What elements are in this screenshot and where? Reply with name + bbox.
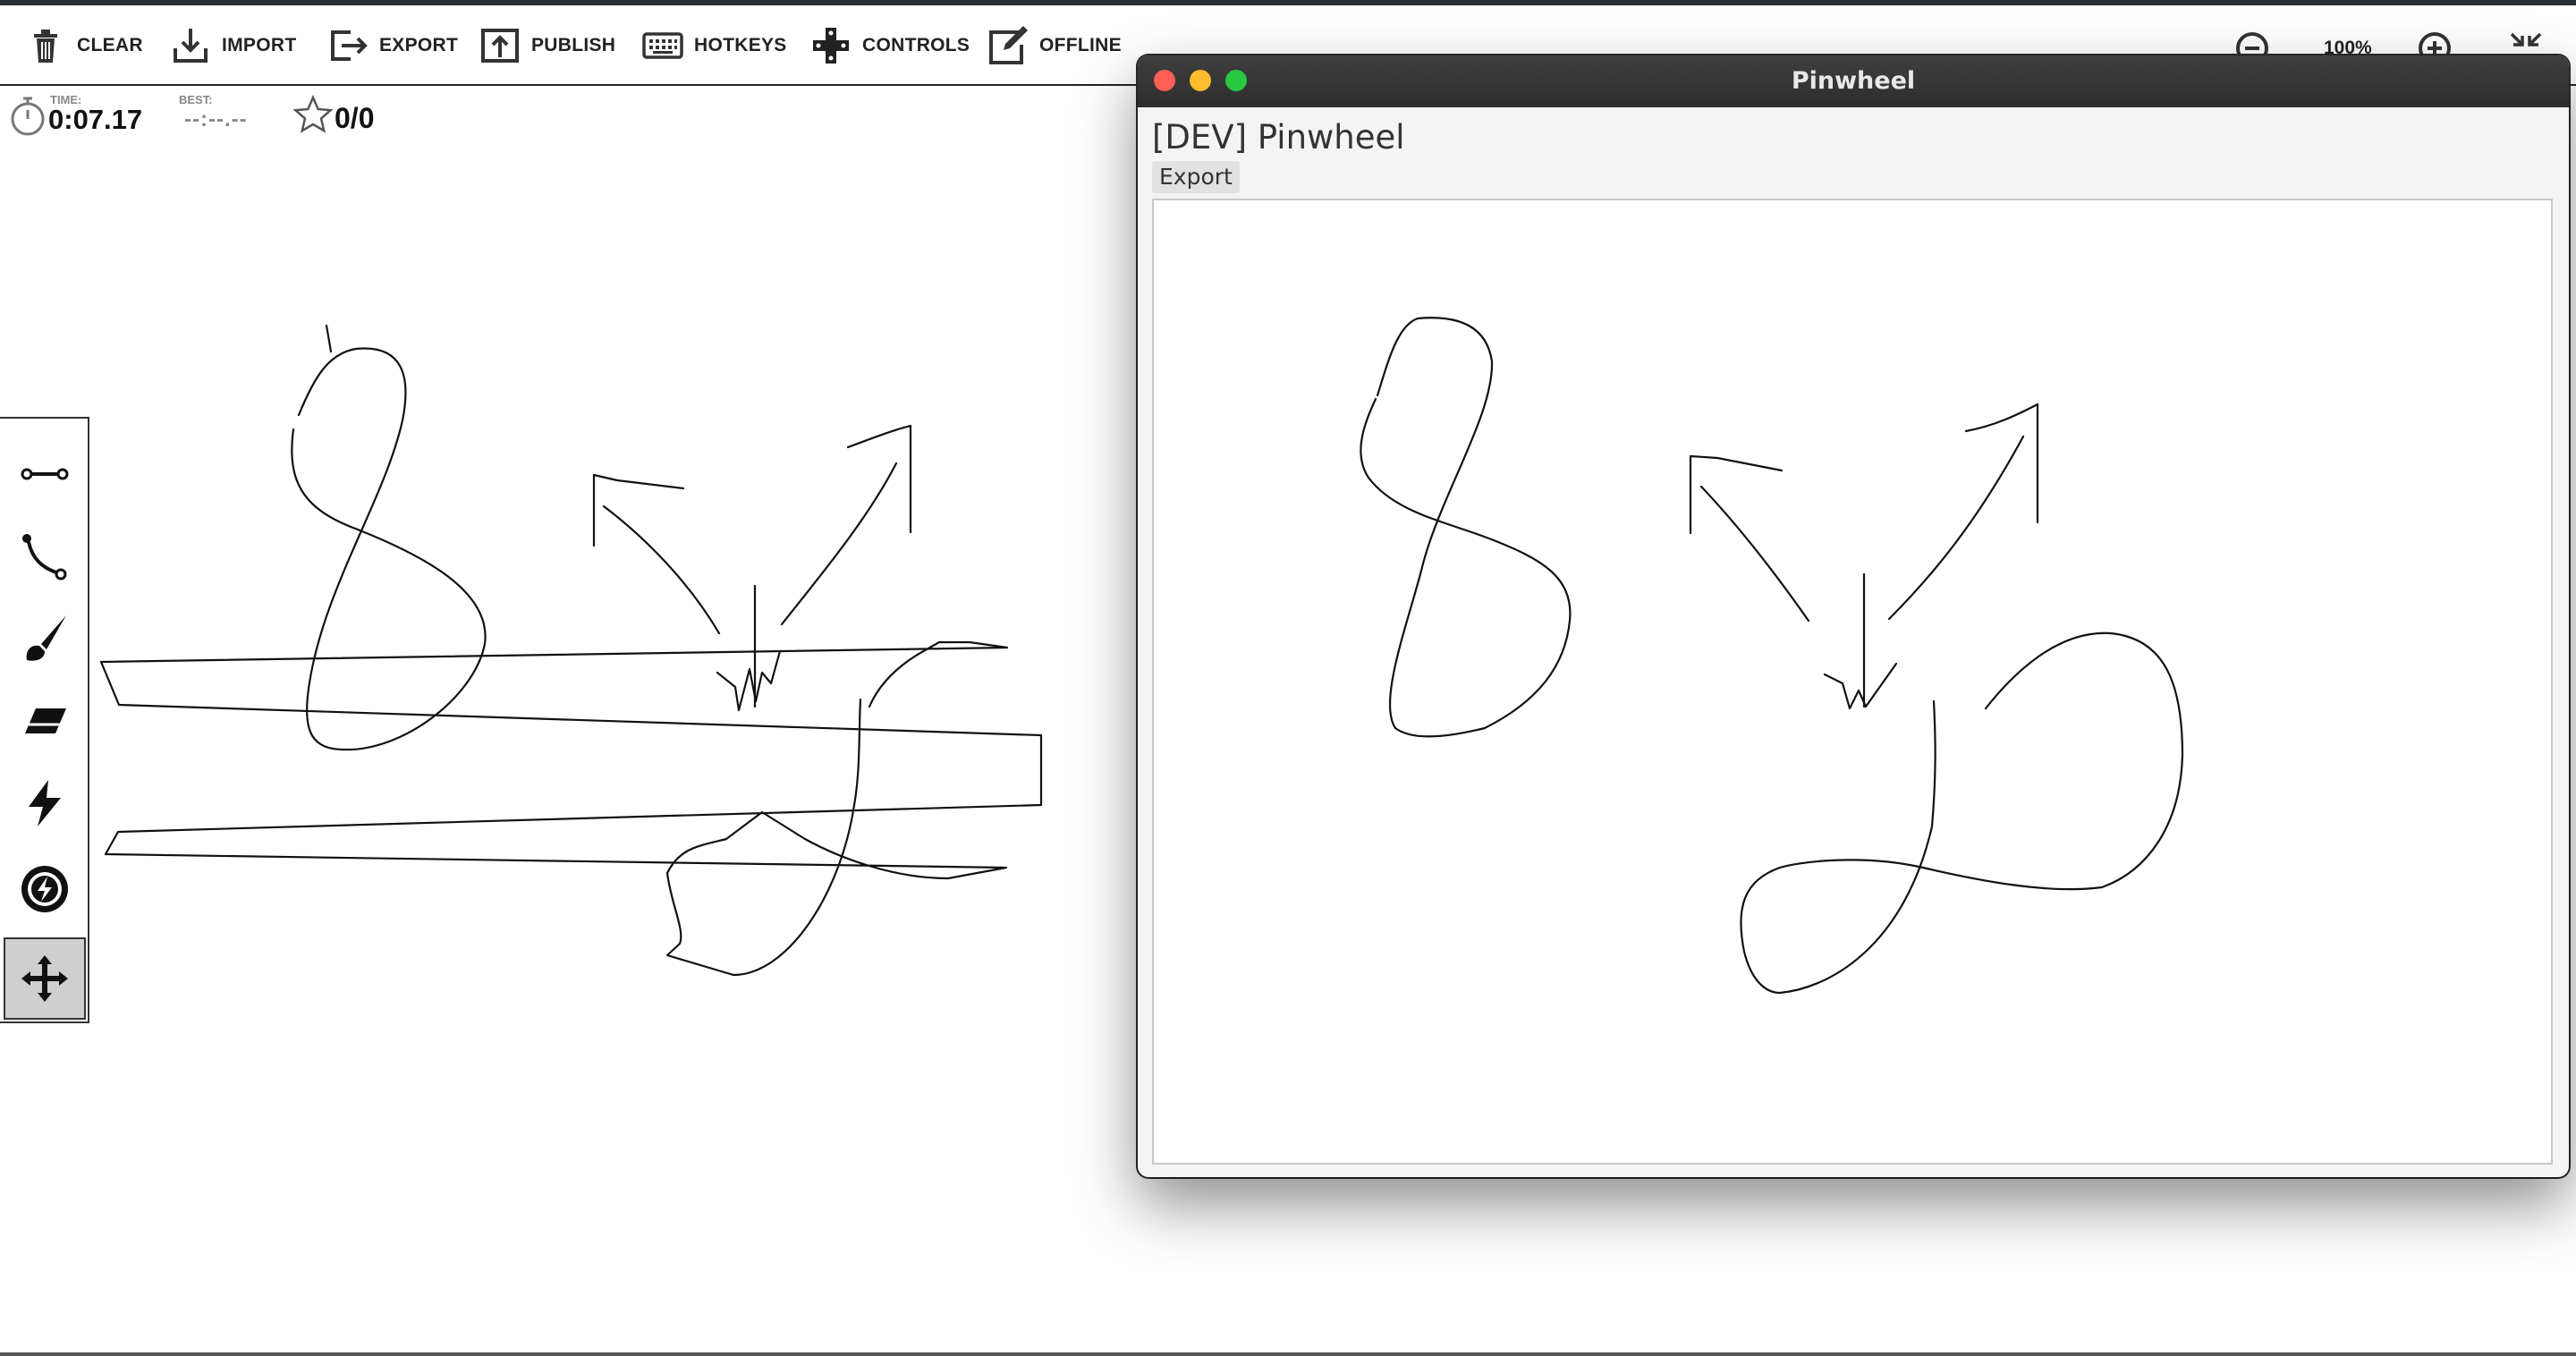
curve-icon — [22, 534, 67, 581]
canvas-line — [99, 660, 1043, 977]
window-export-button[interactable]: Export — [1152, 161, 1240, 193]
brush-icon — [26, 615, 66, 661]
tool-panel — [0, 417, 89, 1023]
brush-tool[interactable] — [4, 597, 86, 680]
controls-button[interactable]: CONTROLS — [810, 23, 970, 68]
download-icon — [174, 29, 208, 63]
bottom-border — [0, 1352, 2576, 1356]
eraser-tool[interactable] — [4, 680, 86, 762]
publish-button[interactable]: PUBLISH — [479, 23, 615, 68]
edit-icon — [989, 26, 1028, 64]
preview-line — [1689, 454, 1784, 535]
app-heading: [DEV] Pinwheel — [1152, 118, 1405, 157]
window-title: Pinwheel — [1791, 67, 1916, 95]
lightning-icon — [29, 780, 61, 826]
power-tool[interactable] — [4, 848, 86, 930]
preview-window: Pinwheel [DEV] Pinwheel Export — [1138, 55, 2569, 1177]
upload-icon — [481, 29, 519, 63]
canvas-line — [99, 640, 1009, 708]
lightning-tool[interactable] — [4, 762, 86, 844]
hotkeys-button[interactable]: HOTKEYS — [642, 23, 787, 68]
canvas-line — [325, 324, 333, 353]
line-icon — [21, 468, 69, 480]
preview-line — [1740, 631, 2184, 995]
preview-line — [1823, 662, 1898, 710]
canvas-line — [716, 649, 782, 712]
keyboard-icon — [642, 32, 683, 59]
move-icon — [21, 955, 68, 1002]
export-button[interactable]: EXPORT — [327, 23, 458, 68]
preview-drawing — [1360, 317, 2184, 995]
curve-tool[interactable] — [4, 515, 86, 597]
trash-icon — [34, 30, 57, 63]
preview-line — [1699, 485, 1810, 623]
eraser-icon — [25, 708, 66, 733]
canvas-line — [291, 347, 487, 751]
canvas-line — [846, 424, 912, 534]
clear-button[interactable]: CLEAR — [25, 23, 143, 68]
power-circle-icon — [21, 866, 68, 912]
preview-line — [1887, 435, 2025, 621]
import-button[interactable]: IMPORT — [170, 23, 296, 68]
preview-canvas — [1152, 199, 2553, 1165]
canvas-line — [602, 504, 721, 635]
track-canvas[interactable] — [0, 86, 1136, 1338]
gamepad-icon — [813, 28, 849, 64]
move-tool[interactable] — [4, 937, 86, 1020]
canvas-line — [780, 462, 898, 626]
line-tool[interactable] — [4, 433, 86, 515]
export-icon — [331, 30, 368, 61]
preview-line — [1964, 403, 2039, 524]
window-titlebar[interactable]: Pinwheel — [1138, 55, 2569, 107]
offline-button[interactable]: OFFLINE — [987, 23, 1122, 68]
preview-line — [1360, 317, 1572, 738]
